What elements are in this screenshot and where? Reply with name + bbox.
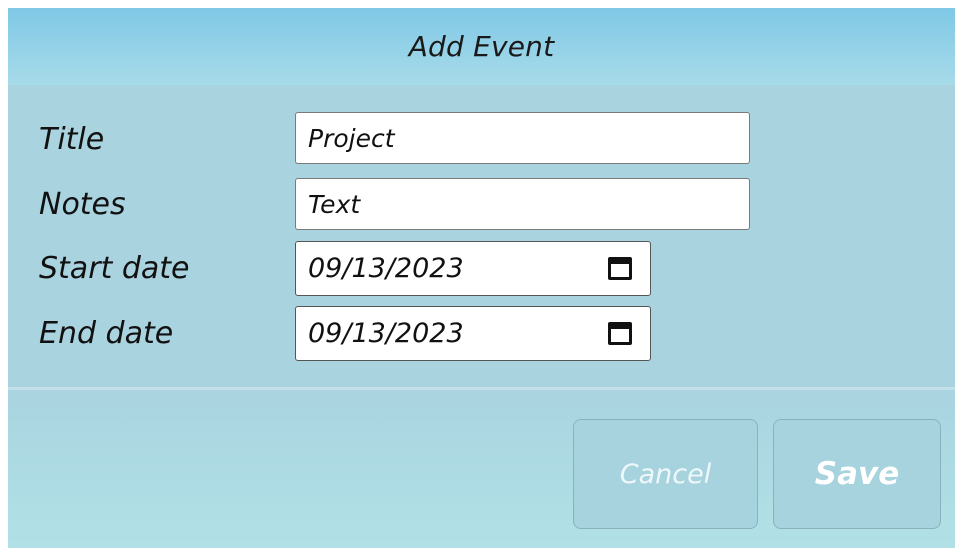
calendar-icon[interactable] bbox=[608, 257, 632, 280]
dialog-header: Add Event bbox=[8, 8, 955, 85]
title-label: Title bbox=[39, 122, 105, 157]
end-date-value: 09/13/2023 bbox=[308, 318, 464, 349]
add-event-dialog: Add Event Title Notes Start date 09/13/2… bbox=[8, 8, 955, 548]
start-date-input[interactable]: 09/13/2023 bbox=[295, 241, 651, 296]
dialog-footer: Cancel Save bbox=[8, 390, 955, 548]
save-button[interactable]: Save bbox=[773, 419, 941, 529]
dialog-body: Title Notes Start date 09/13/2023 End da… bbox=[8, 85, 955, 387]
end-date-label: End date bbox=[39, 316, 174, 351]
cancel-button[interactable]: Cancel bbox=[573, 419, 758, 529]
notes-label: Notes bbox=[39, 187, 126, 222]
calendar-icon[interactable] bbox=[608, 322, 632, 345]
notes-input[interactable] bbox=[295, 178, 750, 230]
start-date-value: 09/13/2023 bbox=[308, 253, 464, 284]
start-date-label: Start date bbox=[39, 251, 190, 286]
end-date-input[interactable]: 09/13/2023 bbox=[295, 306, 651, 361]
title-input[interactable] bbox=[295, 112, 750, 164]
dialog-title: Add Event bbox=[408, 30, 555, 63]
